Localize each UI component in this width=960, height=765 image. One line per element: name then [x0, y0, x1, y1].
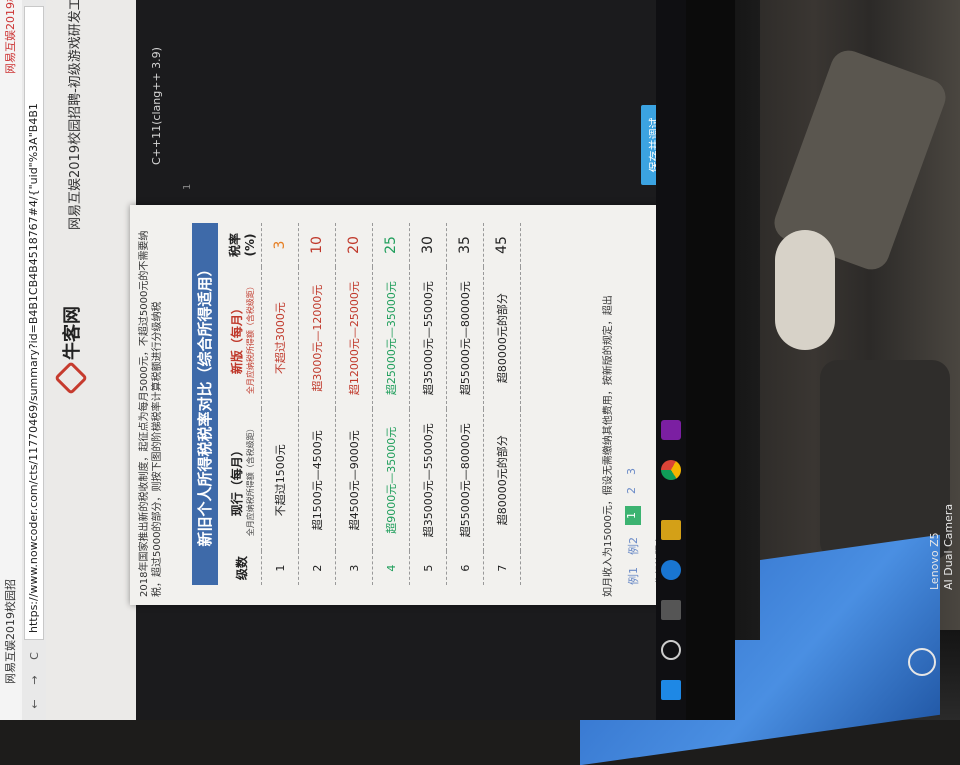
app-icon[interactable]: [661, 420, 681, 440]
cell-current: 超35000元—55000元: [409, 409, 447, 552]
question-footnote: 如月收入为15000元，假设无需缴纳其他费用，按新版的规定，超出: [603, 295, 614, 597]
table-row-highlighted: 4 超9000元—35000元 超25000元—35000元 25: [372, 223, 410, 585]
cell-level: 7: [483, 551, 521, 585]
table-row: 2 超1500元—4500元 超3000元—12000元 10: [298, 223, 336, 585]
cell-current: 超4500元—9000元: [335, 409, 373, 552]
tax-table: 级数 现行（每月） 全月应纳税所得额（含税级距） 新版（每月） 全月应纳税所得额…: [222, 223, 521, 585]
pager-item[interactable]: 例2: [625, 537, 641, 555]
cell-rate: 45: [483, 223, 521, 267]
cell-level: 6: [446, 551, 484, 585]
edge-icon[interactable]: [661, 560, 681, 580]
logo-text: 牛客网: [62, 306, 83, 360]
table-row: 3 超4500元—9000元 超12000元—25000元 20: [335, 223, 373, 585]
table-row: 6 超55000元—80000元 超55000元—80000元 35: [446, 223, 484, 585]
cell-rate: 10: [298, 223, 336, 267]
browser-tab-bar: 网易互娱2019校园招 网易互娱2019校园招聘-初级游戏研发工程: [0, 0, 22, 720]
cell-current: 不超过1500元: [261, 409, 299, 552]
pager-item-current[interactable]: 1: [625, 506, 641, 525]
example-pager: 例1 例2 1 2 3: [625, 468, 641, 585]
table-row: 5 超35000元—55000元 超35000元—55000元 30: [409, 223, 447, 585]
cell-current: 超9000元—35000元: [372, 409, 410, 552]
table-row: 7 超80000元的部分 超80000元的部分 45: [483, 223, 521, 585]
folder-icon[interactable]: [661, 520, 681, 540]
browser-nav-bar: ← → C https://www.nowcoder.com/cts/11770…: [22, 0, 46, 720]
header-current-label: 现行（每月）: [229, 444, 244, 517]
cell-rate: 30: [409, 223, 447, 267]
header-new-sub: 全月应纳税所得额（含税级距）: [245, 282, 255, 395]
header-current-sub: 全月应纳税所得额（含税级距）: [245, 424, 255, 537]
site-logo[interactable]: 牛客网: [54, 306, 88, 395]
language-select[interactable]: C++11(clang++ 3.9): [150, 47, 163, 165]
browser-tab-active[interactable]: 网易互娱2019校园招: [3, 573, 19, 690]
cell-new: 超12000元—25000元: [335, 267, 373, 410]
logo-icon: [54, 361, 88, 395]
watermark-line2: AI Dual Camera: [942, 503, 955, 590]
cell-current: 超80000元的部分: [483, 409, 521, 552]
cell-rate: 3: [261, 223, 299, 267]
browser-tab[interactable]: 网易互娱2019校园招聘-初级游戏研发工程: [3, 0, 19, 80]
watermark-text: Lenovo Z5 AI Dual Camera: [928, 504, 956, 590]
table-header-row: 级数 现行（每月） 全月应纳税所得额（含税级距） 新版（每月） 全月应纳税所得额…: [222, 223, 262, 585]
pager-item[interactable]: 2: [625, 487, 641, 494]
cell-level: 2: [298, 551, 336, 585]
cell-rate: 35: [446, 223, 484, 267]
pager-item[interactable]: 3: [625, 468, 641, 475]
cell-level: 3: [335, 551, 373, 585]
address-bar[interactable]: https://www.nowcoder.com/cts/11770469/su…: [24, 6, 44, 640]
cell-new: 不超过3000元: [261, 267, 299, 410]
background-device: [775, 230, 835, 350]
line-number: 1: [182, 183, 193, 190]
chrome-icon[interactable]: [661, 460, 681, 480]
forward-button[interactable]: →: [28, 672, 41, 688]
header-level: 级数: [222, 551, 262, 585]
camera-lens-icon: [908, 648, 936, 676]
cell-rate: 25: [372, 223, 410, 267]
reload-button[interactable]: C: [28, 648, 41, 664]
taskbar: [656, 0, 686, 720]
search-icon[interactable]: [661, 640, 681, 660]
watermark-line1: Lenovo Z5: [928, 532, 941, 590]
cell-level: 5: [409, 551, 447, 585]
question-intro: 2018年国家推出新的税收制度，起征点为每月5000元，不超过5000元的不需要…: [139, 230, 163, 597]
table-title: 新旧个人所得税税率对比（综合所得适用）: [192, 223, 218, 585]
site-header: 牛客网 网易互娱2019校园招聘-初级游戏研发工程: [46, 0, 136, 720]
cell-rate: 20: [335, 223, 373, 267]
cell-new: 超55000元—80000元: [446, 267, 484, 410]
cell-new: 超80000元的部分: [483, 267, 521, 410]
laptop-screen: 网易互娱2019校园招 网易互娱2019校园招聘-初级游戏研发工程 ← → C …: [0, 0, 735, 720]
header-new: 新版（每月） 全月应纳税所得额（含税级距）: [222, 267, 262, 410]
header-rate: 税率(%): [222, 223, 262, 267]
cell-new: 超35000元—55000元: [409, 267, 447, 410]
header-new-label: 新版（每月）: [229, 302, 244, 375]
laptop-bezel: [686, 0, 735, 720]
task-view-icon[interactable]: [661, 600, 681, 620]
pager-item[interactable]: 例1: [625, 567, 641, 585]
cell-level: 4: [372, 551, 410, 585]
cell-new: 超25000元—35000元: [372, 267, 410, 410]
camera-watermark: Lenovo Z5 AI Dual Camera: [908, 504, 960, 720]
page-title: 网易互娱2019校园招聘-初级游戏研发工程: [68, 0, 83, 230]
cell-current: 超1500元—4500元: [298, 409, 336, 552]
cell-level: 1: [261, 551, 299, 585]
cell-current: 超55000元—80000元: [446, 409, 484, 552]
windows-start-icon[interactable]: [661, 680, 681, 700]
back-button[interactable]: ←: [28, 696, 41, 712]
table-row: 1 不超过1500元 不超过3000元 3: [261, 223, 299, 585]
header-current: 现行（每月） 全月应纳税所得额（含税级距）: [222, 409, 262, 552]
question-panel: 2018年国家推出新的税收制度，起征点为每月5000元，不超过5000元的不需要…: [130, 205, 680, 605]
cell-new: 超3000元—12000元: [298, 267, 336, 410]
